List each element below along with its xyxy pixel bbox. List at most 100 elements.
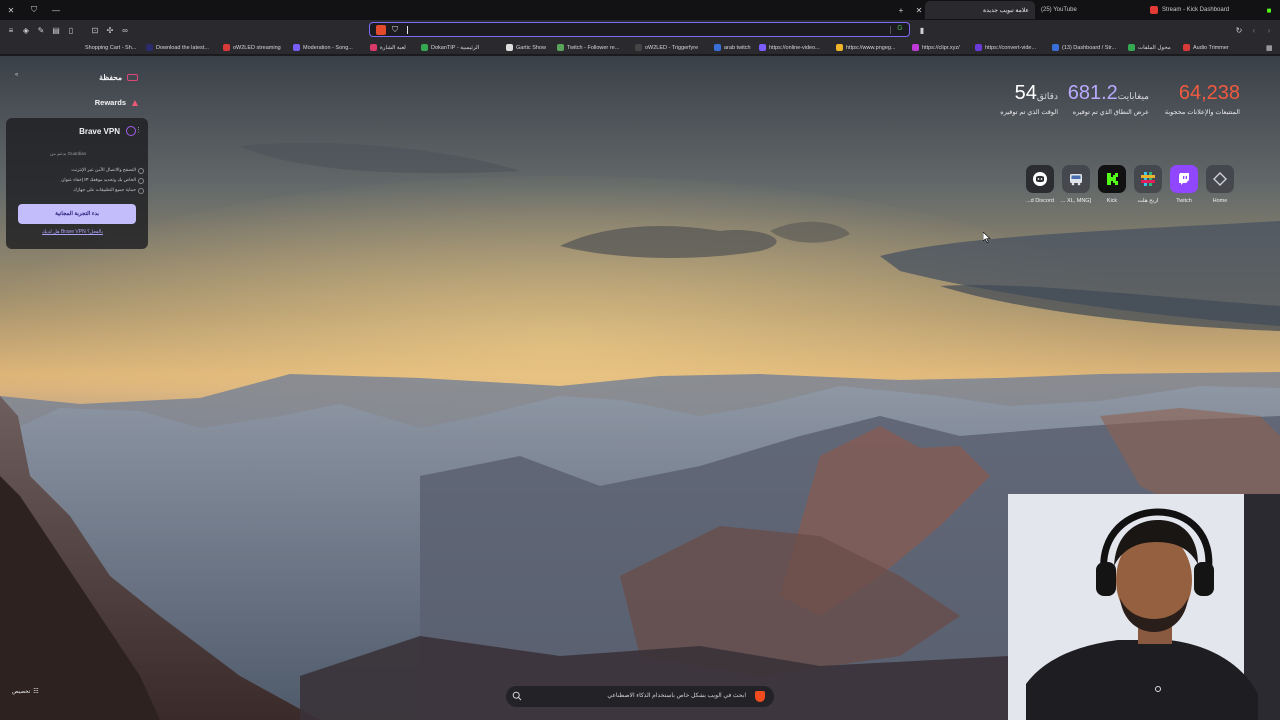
bookmark-item[interactable]: Shopping Cart - Sh... — [85, 42, 136, 53]
top-site-discord[interactable]: ...d Discord — [1025, 165, 1055, 204]
discord-icon — [1026, 165, 1054, 193]
wallet-icon[interactable]: ✎ — [35, 24, 47, 36]
bookmark-item[interactable]: Audio Trimmer — [1183, 42, 1229, 53]
bookmark-label: https://www.pngeg... — [846, 44, 896, 51]
rewards-widget[interactable]: Rewards — [95, 98, 138, 107]
tab-kick-dashboard[interactable]: Stream - Kick Dashboard — [1140, 1, 1258, 19]
top-site-label: ...d Discord — [1026, 198, 1054, 204]
back-icon[interactable]: › — [1263, 24, 1275, 36]
bookmark-favicon-icon — [1052, 44, 1059, 51]
sidebar-icon[interactable]: ▤ — [50, 24, 62, 36]
bookmark-item[interactable]: Twitch - Follower re... — [557, 42, 619, 53]
brave-lion-icon — [755, 691, 765, 702]
bookmark-item[interactable]: Gartic Show — [506, 42, 546, 53]
bookmark-item[interactable]: https://convert-vide... — [975, 42, 1036, 53]
wallet-icon — [127, 74, 138, 81]
bookmark-item[interactable]: https://online-video... — [759, 42, 820, 53]
already-have-vpn-link[interactable]: هل لديك Brave VPN بالفعل؟ — [42, 229, 103, 235]
more-options-icon[interactable]: ⋮ — [135, 126, 142, 134]
vpn-widget: Brave VPN ⋮ بدعم من Guardian التصفح والا… — [6, 118, 148, 249]
shield-settings-icon[interactable]: ⛉ — [28, 4, 40, 16]
stat-value: 64,238 — [1178, 82, 1240, 104]
bookmark-label: Audio Trimmer — [1193, 44, 1229, 51]
bookmark-icon[interactable]: ▮ — [916, 24, 928, 36]
bookmark-item[interactable]: oW2LED - Triggerfyre — [635, 42, 698, 53]
tab-label: Stream - Kick Dashboard — [1162, 7, 1230, 13]
stat-time-saved: دقائق54 الوقت الذي تم توفيره — [1000, 82, 1058, 116]
bookmark-label: لعبة الشارة — [380, 44, 406, 51]
bookmark-favicon-icon — [506, 44, 513, 51]
divider — [890, 26, 891, 34]
vpn-feature: حماية جميع التطبيقات على جهازك — [73, 187, 144, 194]
new-tab-icon[interactable]: + — [895, 4, 907, 16]
bookmark-label: arab twitch — [724, 44, 751, 51]
mouse-cursor-icon — [983, 232, 991, 243]
stat-label: عرض النطاق الذي تم توفيره — [1072, 109, 1149, 116]
other-bookmarks-icon[interactable]: ▦ — [1266, 42, 1273, 53]
bookmark-label: Shopping Cart - Sh... — [85, 44, 137, 51]
start-free-trial-button[interactable]: بدء التجربة المجانية — [18, 204, 136, 224]
widget-stack-top: محفظة Rewards — [6, 66, 148, 116]
bookmark-label: Twitch - Follower re... — [567, 44, 620, 51]
kick-icon — [1098, 165, 1126, 193]
bookmark-favicon-icon — [421, 44, 428, 51]
tab-label: (25) YouTube — [1041, 7, 1077, 13]
vpn-feature: إخفاء عنوان IP الخاص بك وتحديد موقعك — [61, 177, 144, 184]
bookmark-item[interactable]: arab twitch — [714, 42, 751, 53]
brave-shields-icon[interactable] — [376, 25, 386, 35]
bookmark-label: Gartic Show — [516, 44, 546, 51]
bookmark-label: Moderation - Song... — [303, 44, 353, 51]
bookmark-item[interactable]: oW2LED streaming — [223, 42, 281, 53]
forward-icon[interactable]: ‹ — [1248, 24, 1260, 36]
customize-button[interactable]: تخصيص ☷ — [12, 688, 39, 696]
bookmark-label: Download the latest... — [156, 44, 209, 51]
search-placeholder: ابحث في الويب بشكل خاص باستخدام الذكاء ا… — [607, 693, 746, 699]
bookmark-item[interactable]: (13) Dashboard / Str... — [1052, 42, 1116, 53]
menu-icon[interactable]: ≡ — [5, 24, 17, 36]
sliders-icon: ☷ — [33, 689, 39, 695]
wallet-widget[interactable]: محفظة — [99, 73, 138, 82]
extensions-icon[interactable]: ✣ — [104, 24, 116, 36]
twitch-icon — [1170, 165, 1198, 193]
address-bar[interactable]: ⛉ G — [369, 22, 910, 37]
bookmark-label: (13) Dashboard / Str... — [1062, 44, 1117, 51]
screenshot-icon[interactable]: ⊡ — [89, 24, 101, 36]
search-box[interactable]: ابحث في الويب بشكل خاص باستخدام الذكاء ا… — [506, 686, 774, 707]
reload-icon[interactable]: ↻ — [1233, 24, 1245, 36]
link-icon[interactable]: ∞ — [119, 24, 131, 36]
bookmark-label: oW2LED - Triggerfyre — [645, 44, 699, 51]
vpn-icon[interactable]: ◈ — [20, 24, 32, 36]
stat-trackers-blocked: 64,238 المتتبعات والإعلانات محجوبة — [1160, 82, 1240, 116]
kick-icon: ■ — [1266, 5, 1272, 15]
bookmark-favicon-icon — [1128, 44, 1135, 51]
security-icon[interactable]: ⛉ — [392, 25, 398, 35]
youtube-icon — [1150, 6, 1158, 14]
bookmark-favicon-icon — [635, 44, 642, 51]
bookmark-item[interactable]: DokanTIP - الرئيسية — [421, 42, 479, 53]
tab-youtube[interactable]: (25) YouTube — [1035, 1, 1140, 19]
stat-unit: ميغابايت — [1117, 91, 1149, 101]
bookmark-label: DokanTIP - الرئيسية — [431, 44, 480, 51]
bookmark-item[interactable]: https://www.pngeg... — [836, 42, 896, 53]
close-tab-icon[interactable]: ✕ — [913, 4, 925, 16]
bookmark-item[interactable]: محول الملفات — [1128, 42, 1171, 53]
tab-new-tab[interactable]: علامة تبويب جديدة — [925, 1, 1035, 19]
bookmark-favicon-icon — [293, 44, 300, 51]
bookmark-item[interactable]: Moderation - Song... — [293, 42, 353, 53]
bookmark-label: https://online-video... — [769, 44, 820, 51]
reader-icon[interactable]: ▯ — [65, 24, 77, 36]
bookmark-item[interactable]: https://clipr.xyz/ — [912, 42, 960, 53]
search-icon — [512, 691, 522, 701]
close-window-icon[interactable]: ✕ — [5, 4, 17, 16]
customize-label: تخصيص — [12, 688, 31, 695]
bookmark-item[interactable]: لعبة الشارة — [370, 42, 406, 53]
google-icon[interactable]: G — [895, 25, 905, 35]
bookmark-item[interactable]: Download the latest... — [146, 42, 209, 53]
stat-label: المتتبعات والإعلانات محجوبة — [1164, 109, 1240, 116]
bookmark-label: https://convert-vide... — [985, 44, 1037, 51]
minimize-icon[interactable]: — — [50, 4, 62, 16]
bookmark-label: محول الملفات — [1138, 44, 1171, 51]
bus-icon — [1062, 165, 1090, 193]
bookmark-favicon-icon — [759, 44, 766, 51]
stat-label: الوقت الذي تم توفيره — [1000, 109, 1058, 116]
